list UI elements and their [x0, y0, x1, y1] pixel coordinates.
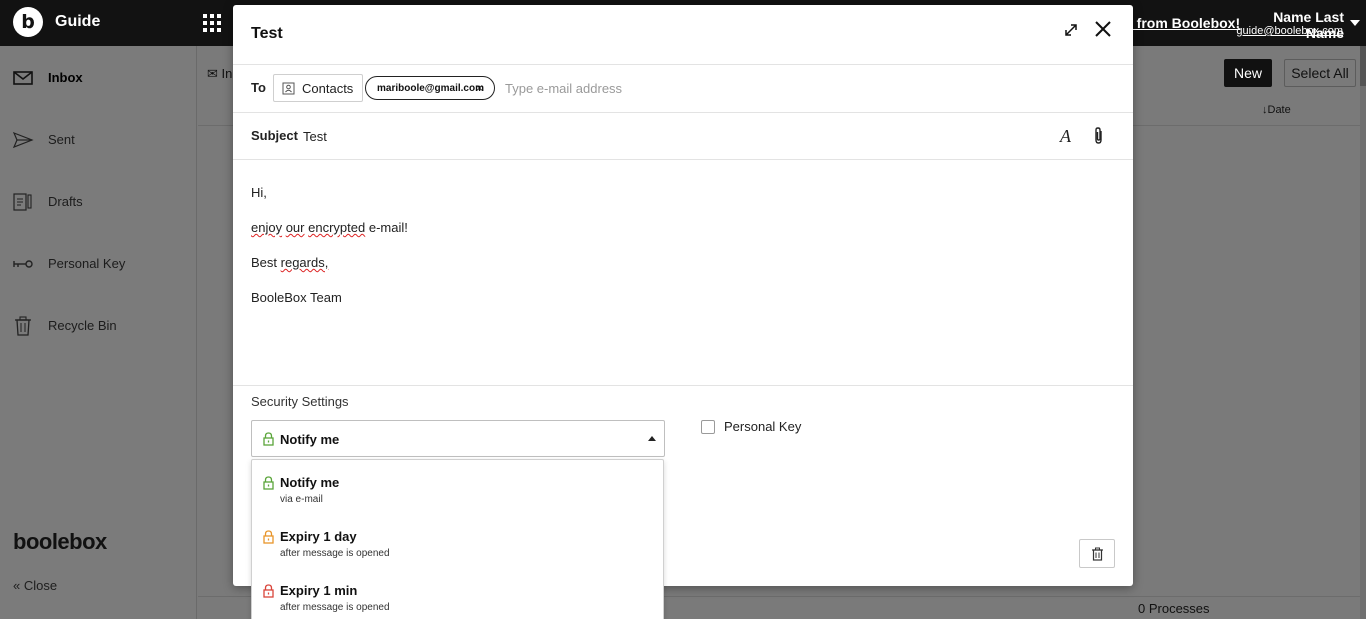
- lock-icon: [263, 530, 274, 544]
- sidebar-item-inbox[interactable]: Inbox: [0, 58, 197, 98]
- subject-label: Subject: [251, 128, 298, 143]
- lock-icon: [263, 584, 274, 598]
- option-subtitle: after message is opened: [280, 548, 390, 559]
- divider: [233, 385, 1133, 386]
- recipient-email: mariboole@gmail.com: [377, 83, 484, 94]
- close-icon[interactable]: [1093, 19, 1113, 39]
- body-word: encrypted: [308, 220, 366, 235]
- sidebar-item-label: Drafts: [48, 194, 83, 209]
- divider: [233, 64, 1133, 65]
- envelope-icon: ✉: [207, 66, 218, 81]
- sidebar: Inbox Sent Drafts Personal Key Recycle B…: [0, 46, 197, 619]
- text-format-icon[interactable]: A: [1060, 126, 1076, 146]
- sidebar-item-drafts[interactable]: Drafts: [0, 182, 197, 222]
- trash-icon: [15, 316, 31, 336]
- close-sidebar-button[interactable]: « Close: [13, 578, 57, 593]
- processes-status[interactable]: 0 Processes: [1138, 601, 1210, 616]
- compose-title: Test: [251, 25, 283, 42]
- subject-input[interactable]: [303, 126, 903, 146]
- personal-key-label[interactable]: Personal Key: [724, 419, 801, 434]
- drafts-icon: [13, 193, 32, 211]
- body-signature: BooleBox Team: [251, 290, 342, 305]
- body-line: enjoy our encrypted e-mail!: [251, 210, 408, 245]
- option-title: Expiry 1 min: [280, 583, 358, 598]
- security-selected-label: Notify me: [280, 432, 340, 447]
- contacts-label: Contacts: [302, 81, 354, 96]
- security-option-expiry-1-min[interactable]: Expiry 1 min after message is opened: [252, 572, 663, 619]
- personal-key-checkbox[interactable]: [701, 420, 715, 434]
- contacts-button[interactable]: Contacts: [273, 74, 363, 102]
- security-options-dropdown: Notify me via e-mail Expiry 1 day after …: [251, 459, 664, 619]
- close-sidebar-label: Close: [23, 578, 58, 593]
- caret-up-icon: [648, 436, 656, 441]
- option-subtitle: via e-mail: [280, 494, 323, 505]
- promo-link[interactable]: s from Boolebox!: [1125, 15, 1240, 31]
- body-word: our: [285, 220, 305, 235]
- paper-plane-icon: [12, 131, 34, 149]
- message-body[interactable]: Hi, enjoy our encrypted e-mail! Best reg…: [251, 175, 408, 315]
- body-word: regards,: [280, 255, 329, 270]
- recipient-chip[interactable]: mariboole@gmail.com ×: [365, 76, 495, 100]
- boolebox-logo-icon[interactable]: b: [13, 7, 43, 37]
- body-word: Best: [251, 255, 278, 270]
- new-button[interactable]: New: [1224, 59, 1272, 87]
- key-icon: [13, 260, 33, 268]
- discard-button[interactable]: [1079, 539, 1115, 568]
- date-sort-header[interactable]: ↓Date: [1262, 104, 1291, 116]
- select-all-button[interactable]: Select All: [1284, 59, 1356, 87]
- sidebar-item-sent[interactable]: Sent: [0, 120, 197, 160]
- scrollbar-thumb[interactable]: [1360, 46, 1366, 86]
- date-column-label: Date: [1267, 104, 1291, 116]
- inbox-tab[interactable]: ✉ In: [207, 66, 232, 82]
- remove-recipient-icon[interactable]: ×: [476, 81, 483, 95]
- option-subtitle: after message is opened: [280, 602, 390, 613]
- security-option-notify-me[interactable]: Notify me via e-mail: [252, 464, 663, 518]
- to-label: To: [251, 80, 266, 95]
- lock-icon: [263, 476, 274, 490]
- trash-icon: [1092, 547, 1103, 561]
- body-word: enjoy: [251, 220, 283, 235]
- envelope-icon: [13, 71, 33, 85]
- security-option-expiry-1-day[interactable]: Expiry 1 day after message is opened: [252, 518, 663, 572]
- option-title: Notify me: [280, 475, 340, 490]
- email-address-input[interactable]: [505, 78, 805, 98]
- body-greeting: Hi,: [251, 185, 267, 200]
- user-menu-caret-icon[interactable]: [1350, 20, 1360, 26]
- sidebar-item-label: Recycle Bin: [48, 318, 117, 333]
- scrollbar[interactable]: [1360, 46, 1366, 619]
- address-book-icon: [282, 82, 295, 95]
- double-chevron-left-icon: «: [13, 578, 21, 593]
- body-line: Best regards,: [251, 245, 408, 280]
- security-select[interactable]: Notify me: [251, 420, 665, 457]
- paperclip-icon[interactable]: [1091, 126, 1107, 146]
- sidebar-item-recycle-bin[interactable]: Recycle Bin: [0, 306, 197, 346]
- apps-grid-icon[interactable]: [203, 14, 221, 32]
- sidebar-item-personal-key[interactable]: Personal Key: [0, 244, 197, 284]
- body-word: e-mail!: [368, 220, 408, 235]
- divider: [233, 159, 1133, 160]
- inbox-tab-label: In: [221, 66, 233, 81]
- option-title: Expiry 1 day: [280, 529, 357, 544]
- sidebar-item-label: Sent: [48, 132, 75, 147]
- brand-logo: boolebox: [13, 529, 107, 554]
- security-settings-label: Security Settings: [251, 394, 349, 409]
- user-email[interactable]: guide@boolebox.com: [1236, 25, 1343, 37]
- expand-icon[interactable]: [1063, 22, 1079, 38]
- sidebar-item-label: Inbox: [48, 70, 83, 85]
- divider: [233, 112, 1133, 113]
- lock-icon: [263, 432, 274, 446]
- sidebar-item-label: Personal Key: [48, 256, 126, 271]
- app-name: Guide: [55, 13, 101, 30]
